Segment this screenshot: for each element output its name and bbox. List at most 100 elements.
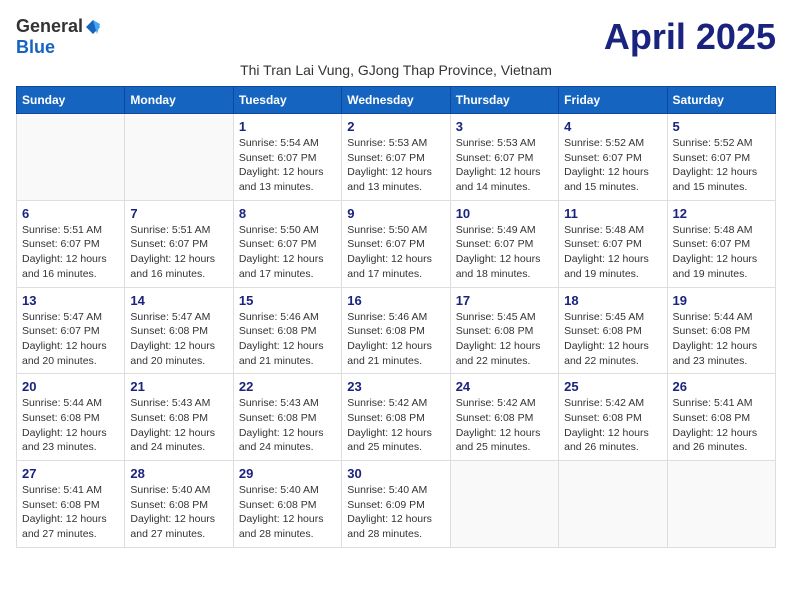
day-info: Sunrise: 5:44 AM Sunset: 6:08 PM Dayligh… <box>22 396 119 455</box>
calendar-cell: 25 Sunrise: 5:42 AM Sunset: 6:08 PM Dayli… <box>559 374 667 461</box>
day-info: Sunrise: 5:45 AM Sunset: 6:08 PM Dayligh… <box>564 310 661 369</box>
day-number: 14 <box>130 293 227 308</box>
calendar-header-monday: Monday <box>125 87 233 114</box>
calendar-header-saturday: Saturday <box>667 87 775 114</box>
calendar-cell: 8 Sunrise: 5:50 AM Sunset: 6:07 PM Daylig… <box>233 200 341 287</box>
calendar-header-thursday: Thursday <box>450 87 558 114</box>
day-number: 16 <box>347 293 444 308</box>
calendar-cell <box>667 461 775 548</box>
logo: General Blue <box>16 16 101 58</box>
day-info: Sunrise: 5:42 AM Sunset: 6:08 PM Dayligh… <box>564 396 661 455</box>
calendar-cell: 20 Sunrise: 5:44 AM Sunset: 6:08 PM Dayli… <box>17 374 125 461</box>
day-number: 23 <box>347 379 444 394</box>
day-number: 18 <box>564 293 661 308</box>
calendar-cell: 6 Sunrise: 5:51 AM Sunset: 6:07 PM Daylig… <box>17 200 125 287</box>
calendar-cell: 26 Sunrise: 5:41 AM Sunset: 6:08 PM Dayli… <box>667 374 775 461</box>
calendar-header-tuesday: Tuesday <box>233 87 341 114</box>
day-info: Sunrise: 5:46 AM Sunset: 6:08 PM Dayligh… <box>239 310 336 369</box>
calendar-cell: 30 Sunrise: 5:40 AM Sunset: 6:09 PM Dayli… <box>342 461 450 548</box>
calendar-cell: 23 Sunrise: 5:42 AM Sunset: 6:08 PM Dayli… <box>342 374 450 461</box>
day-number: 30 <box>347 466 444 481</box>
day-number: 17 <box>456 293 553 308</box>
calendar-cell: 1Sunrise: 5:54 AM Sunset: 6:07 PM Daylig… <box>233 114 341 201</box>
day-number: 9 <box>347 206 444 221</box>
calendar-cell: 3 Sunrise: 5:53 AM Sunset: 6:07 PM Daylig… <box>450 114 558 201</box>
day-info: Sunrise: 5:47 AM Sunset: 6:08 PM Dayligh… <box>130 310 227 369</box>
calendar-header-friday: Friday <box>559 87 667 114</box>
day-info: Sunrise: 5:46 AM Sunset: 6:08 PM Dayligh… <box>347 310 444 369</box>
calendar-cell: 14 Sunrise: 5:47 AM Sunset: 6:08 PM Dayli… <box>125 287 233 374</box>
day-number: 22 <box>239 379 336 394</box>
calendar-cell: 29 Sunrise: 5:40 AM Sunset: 6:08 PM Dayli… <box>233 461 341 548</box>
day-info: Sunrise: 5:48 AM Sunset: 6:07 PM Dayligh… <box>564 223 661 282</box>
day-number: 20 <box>22 379 119 394</box>
day-info: Sunrise: 5:44 AM Sunset: 6:08 PM Dayligh… <box>673 310 770 369</box>
day-number: 12 <box>673 206 770 221</box>
day-number: 10 <box>456 206 553 221</box>
day-info: Sunrise: 5:52 AM Sunset: 6:07 PM Dayligh… <box>673 136 770 195</box>
day-number: 25 <box>564 379 661 394</box>
calendar-header-wednesday: Wednesday <box>342 87 450 114</box>
day-info: Sunrise: 5:51 AM Sunset: 6:07 PM Dayligh… <box>130 223 227 282</box>
day-number: 21 <box>130 379 227 394</box>
calendar-cell: 4 Sunrise: 5:52 AM Sunset: 6:07 PM Daylig… <box>559 114 667 201</box>
calendar-header-sunday: Sunday <box>17 87 125 114</box>
day-number: 28 <box>130 466 227 481</box>
day-info: Sunrise: 5:40 AM Sunset: 6:09 PM Dayligh… <box>347 483 444 542</box>
day-info: Sunrise: 5:41 AM Sunset: 6:08 PM Dayligh… <box>22 483 119 542</box>
calendar-cell: 15Sunrise: 5:46 AM Sunset: 6:08 PM Dayli… <box>233 287 341 374</box>
month-title: April 2025 <box>604 16 776 58</box>
day-number: 8 <box>239 206 336 221</box>
day-info: Sunrise: 5:53 AM Sunset: 6:07 PM Dayligh… <box>456 136 553 195</box>
calendar-cell: 13Sunrise: 5:47 AM Sunset: 6:07 PM Dayli… <box>17 287 125 374</box>
logo-icon <box>85 19 101 35</box>
day-info: Sunrise: 5:41 AM Sunset: 6:08 PM Dayligh… <box>673 396 770 455</box>
calendar-cell: 2 Sunrise: 5:53 AM Sunset: 6:07 PM Daylig… <box>342 114 450 201</box>
day-number: 2 <box>347 119 444 134</box>
calendar-cell: 22 Sunrise: 5:43 AM Sunset: 6:08 PM Dayli… <box>233 374 341 461</box>
day-info: Sunrise: 5:50 AM Sunset: 6:07 PM Dayligh… <box>239 223 336 282</box>
calendar-cell: 18 Sunrise: 5:45 AM Sunset: 6:08 PM Dayli… <box>559 287 667 374</box>
calendar-cell: 5 Sunrise: 5:52 AM Sunset: 6:07 PM Daylig… <box>667 114 775 201</box>
day-number: 26 <box>673 379 770 394</box>
calendar-cell: 9Sunrise: 5:50 AM Sunset: 6:07 PM Daylig… <box>342 200 450 287</box>
day-info: Sunrise: 5:45 AM Sunset: 6:08 PM Dayligh… <box>456 310 553 369</box>
day-info: Sunrise: 5:40 AM Sunset: 6:08 PM Dayligh… <box>239 483 336 542</box>
calendar-cell <box>17 114 125 201</box>
day-number: 29 <box>239 466 336 481</box>
day-number: 7 <box>130 206 227 221</box>
calendar-cell <box>559 461 667 548</box>
calendar-cell: 21 Sunrise: 5:43 AM Sunset: 6:08 PM Dayli… <box>125 374 233 461</box>
day-info: Sunrise: 5:42 AM Sunset: 6:08 PM Dayligh… <box>347 396 444 455</box>
calendar-cell: 16 Sunrise: 5:46 AM Sunset: 6:08 PM Dayli… <box>342 287 450 374</box>
logo-blue-text: Blue <box>16 37 55 58</box>
logo-general-text: General <box>16 16 83 37</box>
calendar-table: SundayMondayTuesdayWednesdayThursdayFrid… <box>16 86 776 548</box>
day-number: 24 <box>456 379 553 394</box>
calendar-cell: 11Sunrise: 5:48 AM Sunset: 6:07 PM Dayli… <box>559 200 667 287</box>
day-number: 6 <box>22 206 119 221</box>
calendar-cell: 12 Sunrise: 5:48 AM Sunset: 6:07 PM Dayli… <box>667 200 775 287</box>
day-info: Sunrise: 5:47 AM Sunset: 6:07 PM Dayligh… <box>22 310 119 369</box>
day-number: 27 <box>22 466 119 481</box>
day-info: Sunrise: 5:48 AM Sunset: 6:07 PM Dayligh… <box>673 223 770 282</box>
day-number: 3 <box>456 119 553 134</box>
day-info: Sunrise: 5:43 AM Sunset: 6:08 PM Dayligh… <box>130 396 227 455</box>
day-number: 19 <box>673 293 770 308</box>
calendar-cell: 10 Sunrise: 5:49 AM Sunset: 6:07 PM Dayli… <box>450 200 558 287</box>
calendar-cell: 28Sunrise: 5:40 AM Sunset: 6:08 PM Dayli… <box>125 461 233 548</box>
day-number: 1 <box>239 119 336 134</box>
calendar-cell <box>450 461 558 548</box>
calendar-cell: 7 Sunrise: 5:51 AM Sunset: 6:07 PM Daylig… <box>125 200 233 287</box>
day-info: Sunrise: 5:42 AM Sunset: 6:08 PM Dayligh… <box>456 396 553 455</box>
subtitle: Thi Tran Lai Vung, GJong Thap Province, … <box>16 62 776 78</box>
calendar-cell: 19 Sunrise: 5:44 AM Sunset: 6:08 PM Dayli… <box>667 287 775 374</box>
day-info: Sunrise: 5:52 AM Sunset: 6:07 PM Dayligh… <box>564 136 661 195</box>
day-number: 4 <box>564 119 661 134</box>
day-info: Sunrise: 5:53 AM Sunset: 6:07 PM Dayligh… <box>347 136 444 195</box>
day-info: Sunrise: 5:43 AM Sunset: 6:08 PM Dayligh… <box>239 396 336 455</box>
day-info: Sunrise: 5:51 AM Sunset: 6:07 PM Dayligh… <box>22 223 119 282</box>
day-number: 5 <box>673 119 770 134</box>
calendar-cell <box>125 114 233 201</box>
day-info: Sunrise: 5:49 AM Sunset: 6:07 PM Dayligh… <box>456 223 553 282</box>
